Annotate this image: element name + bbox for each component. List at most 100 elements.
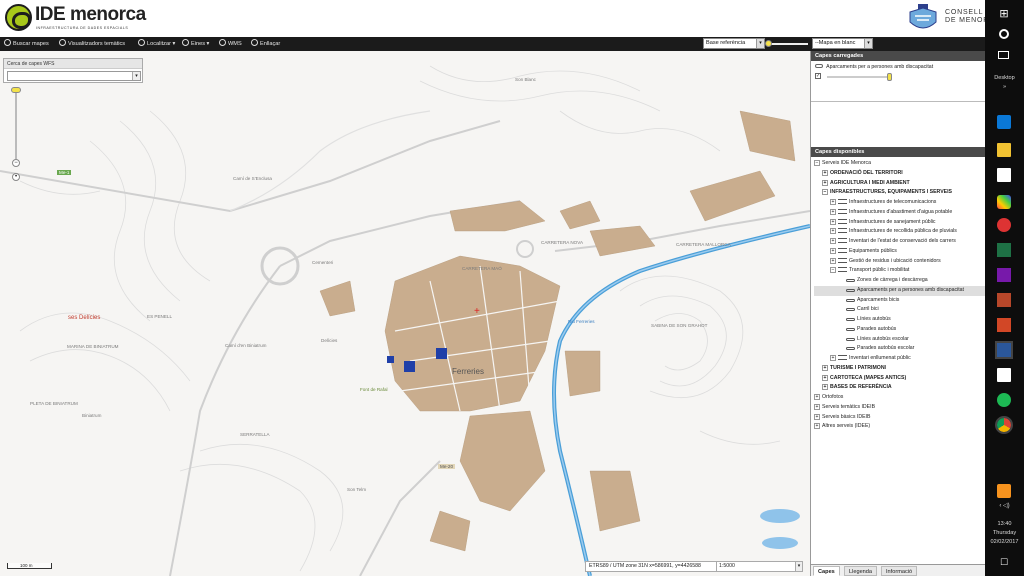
expand-icon[interactable]: +: [830, 199, 836, 205]
expand-icon[interactable]: +: [814, 413, 820, 420]
tree-item[interactable]: + Gestió de residus i ubicació contenidor…: [814, 257, 985, 267]
zoom-slider-handle[interactable]: [11, 87, 21, 93]
windows-start-icon[interactable]: ⊞: [997, 7, 1011, 21]
tab-capes[interactable]: Capes: [813, 566, 840, 576]
spotify-icon[interactable]: [997, 393, 1011, 407]
tab-llegenda[interactable]: Llegenda: [844, 566, 878, 576]
chrome-icon[interactable]: [995, 416, 1013, 434]
expand-icon[interactable]: +: [822, 169, 828, 176]
buscar-mapes-label: Buscar mapes: [13, 41, 49, 47]
zoom-slider-track[interactable]: [15, 89, 17, 159]
layer-visibility-checkbox[interactable]: ✓: [815, 73, 821, 79]
chevron-down-icon[interactable]: »: [985, 84, 1024, 90]
visualitzadors-tematics-button[interactable]: Visualitzadors temàtics: [59, 39, 125, 49]
tree-item[interactable]: + Altres serveis (IDEE): [814, 422, 985, 432]
map-canvas[interactable]: + Son Blanc Cementeri ses Delícies ES PE…: [0, 51, 810, 576]
tree-item[interactable]: Zones de càrrega i descàrrega: [814, 276, 985, 286]
expand-icon[interactable]: +: [822, 384, 828, 391]
chevron-down-icon[interactable]: ▾: [132, 72, 140, 80]
loaded-layer-item[interactable]: Aparcaments per a persones amb discapaci…: [815, 64, 981, 70]
desktop-label[interactable]: Desktop: [985, 75, 1024, 81]
tab-informacio[interactable]: Informació: [881, 566, 918, 576]
wms-button[interactable]: WMS: [219, 39, 242, 49]
file-explorer-icon[interactable]: [997, 143, 1011, 157]
tree-item[interactable]: − Serveis IDE Menorca: [814, 159, 985, 169]
tree-item[interactable]: + Infraestructures de recollida pública d…: [814, 227, 985, 237]
tree-item[interactable]: + BASES DE REFERÈNCIA: [814, 383, 985, 393]
task-view-icon[interactable]: [997, 48, 1011, 62]
collapse-icon[interactable]: −: [814, 160, 820, 166]
expand-icon[interactable]: +: [830, 355, 836, 361]
office-icon[interactable]: [997, 318, 1011, 332]
expand-icon[interactable]: +: [830, 208, 836, 215]
tree-item[interactable]: Carril bici: [814, 305, 985, 315]
localitzar-menu[interactable]: Localitzar ▾: [138, 39, 175, 49]
tree-item[interactable]: + Inventari enllumenat públic: [814, 354, 985, 364]
excel-icon[interactable]: [997, 243, 1011, 257]
collapse-icon[interactable]: −: [830, 267, 836, 274]
zoom-out-button[interactable]: −: [12, 159, 20, 167]
tree-item[interactable]: + Infraestructures de sanejament públic: [814, 218, 985, 228]
buscar-mapes-button[interactable]: Buscar mapes: [4, 39, 49, 49]
tree-item[interactable]: + Ortofotos: [814, 393, 985, 403]
tree-item[interactable]: Parades autobús escolar: [814, 344, 985, 354]
tray-icons[interactable]: ‹ ◁): [985, 502, 1024, 509]
expand-icon[interactable]: +: [814, 423, 820, 430]
wfs-search-input[interactable]: ▾: [7, 71, 141, 81]
tree-item[interactable]: + AGRICULTURA I MEDI AMBIENT: [814, 179, 985, 189]
clock-day[interactable]: Thursday: [985, 530, 1024, 536]
layer-opacity-row: ✓: [815, 73, 981, 81]
edge-icon[interactable]: [997, 115, 1011, 129]
scale-select[interactable]: 1:5000 ▾: [716, 562, 802, 571]
onenote-icon[interactable]: [997, 268, 1011, 282]
clock-time[interactable]: 13:40: [985, 521, 1024, 527]
base-layer-select[interactable]: Base referència ▾: [703, 38, 765, 49]
expand-icon[interactable]: +: [822, 179, 828, 186]
expand-icon[interactable]: +: [822, 374, 828, 381]
tree-item[interactable]: + ORDENACIÓ DEL TERRITORI: [814, 169, 985, 179]
notification-app-icon[interactable]: [997, 484, 1011, 498]
layer-opacity-handle[interactable]: [887, 73, 892, 81]
tree-item[interactable]: + Inventari de l'estat de conservació del…: [814, 237, 985, 247]
tree-item[interactable]: + Infraestructures d'abastiment d'aigua p…: [814, 208, 985, 218]
base-opacity-track[interactable]: [770, 43, 808, 45]
expand-icon[interactable]: +: [814, 403, 820, 410]
tree-item[interactable]: − Transport públic i mobilitat: [814, 266, 985, 276]
tree-item[interactable]: + Equipaments públics: [814, 247, 985, 257]
powerpoint-icon[interactable]: [997, 293, 1011, 307]
expand-icon[interactable]: +: [830, 257, 836, 264]
tree-item[interactable]: − INFRAESTRUCTURES, EQUIPAMENTS I SERVEIS: [814, 188, 985, 198]
tree-item[interactable]: + TURISME I PATRIMONI: [814, 364, 985, 374]
tree-item[interactable]: Parades autobús: [814, 325, 985, 335]
tree-item[interactable]: + Serveis bàsics IDEIB: [814, 413, 985, 423]
zoom-home-button[interactable]: •: [12, 173, 20, 181]
tree-item[interactable]: + CARTOTECA (MAPES ANTICS): [814, 374, 985, 384]
expand-icon[interactable]: +: [830, 218, 836, 225]
cortana-icon[interactable]: [997, 27, 1011, 41]
tree-item-label: Línies autobús escolar: [857, 335, 909, 342]
enllacar-button[interactable]: Enllaçar: [251, 39, 280, 49]
tree-item[interactable]: Aparcaments bicis: [814, 296, 985, 306]
app-red-icon[interactable]: [997, 218, 1011, 232]
collapse-icon[interactable]: −: [822, 189, 828, 196]
clock-date[interactable]: 02/02/2017: [985, 539, 1024, 545]
base-opacity-slider-handle[interactable]: [765, 40, 772, 47]
tree-item[interactable]: Línies autobús: [814, 315, 985, 325]
document-app-icon[interactable]: [997, 368, 1011, 382]
word-icon[interactable]: [995, 341, 1013, 359]
overlay-map-select[interactable]: --Mapa en blanc ▾: [812, 38, 873, 49]
expand-icon[interactable]: +: [814, 394, 820, 400]
expand-icon[interactable]: +: [822, 364, 828, 371]
tree-item[interactable]: + Serveis temàtics IDEIB: [814, 403, 985, 413]
photos-icon[interactable]: [997, 195, 1011, 209]
tree-item[interactable]: Aparcaments per a persones amb discapaci…: [814, 285, 985, 296]
eines-menu[interactable]: Eines ▾: [182, 39, 209, 49]
notifications-icon[interactable]: ☐: [997, 557, 1011, 571]
tree-item[interactable]: + Infraestructures de telecomunicacions: [814, 198, 985, 208]
expand-icon[interactable]: +: [830, 228, 836, 235]
expand-icon[interactable]: +: [830, 238, 836, 244]
store-icon[interactable]: [997, 168, 1011, 182]
tree-item[interactable]: Línies autobús escolar: [814, 335, 985, 345]
layer-opacity-track[interactable]: [827, 76, 889, 78]
expand-icon[interactable]: +: [830, 247, 836, 254]
